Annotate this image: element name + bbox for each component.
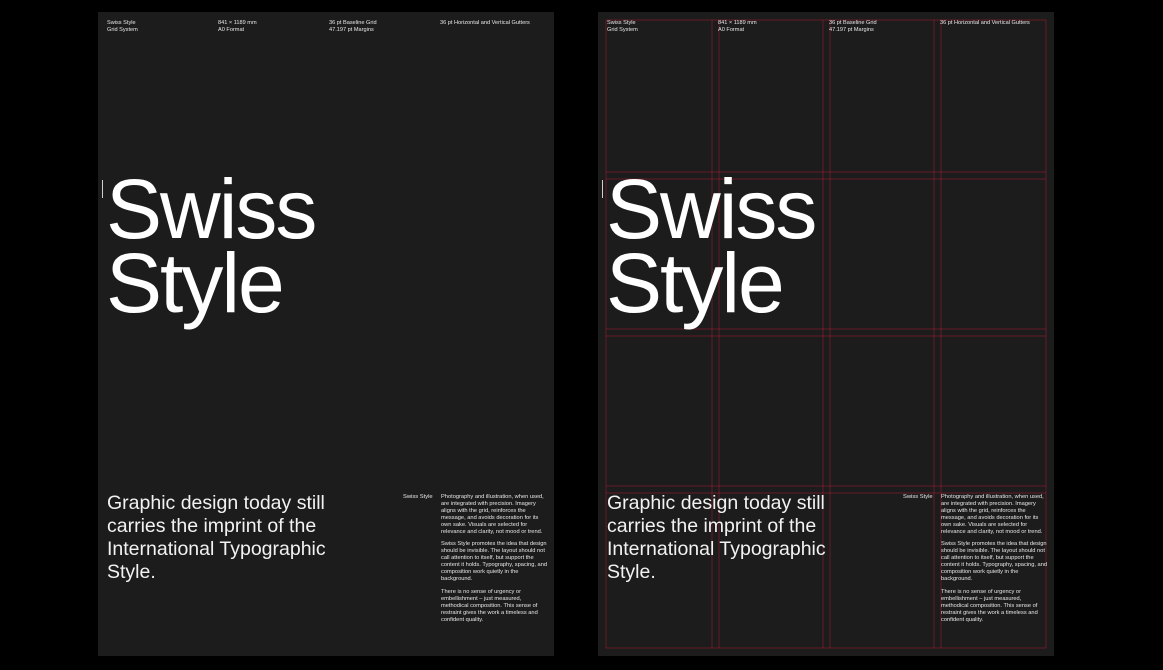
text-cursor-mark xyxy=(602,180,603,198)
meta-column-3: 36 pt Baseline Grid 47.197 pt Margins xyxy=(829,20,877,34)
headline: Swiss Style xyxy=(106,162,317,330)
headline-line-2: Style xyxy=(606,236,785,330)
poster-plain: Swiss Style Grid System 841 × 1189 mm A0… xyxy=(98,12,554,656)
meta-column-4: 36 pt Horizontal and Vertical Gutters xyxy=(940,20,1030,27)
meta-dimensions: 841 × 1189 mm xyxy=(718,20,757,26)
meta-format: A0 Format xyxy=(218,27,245,33)
body-paragraph-3: There is no sense of urgency or embellis… xyxy=(441,588,538,623)
meta-column-1: Swiss Style Grid System xyxy=(107,20,138,34)
meta-baseline: 36 pt Baseline Grid xyxy=(829,20,877,26)
meta-title: Swiss Style xyxy=(107,20,136,26)
meta-margins: 47.197 pt Margins xyxy=(829,27,874,33)
meta-column-4: 36 pt Horizontal and Vertical Gutters xyxy=(440,20,530,27)
body-column: Photography and illustration, when used,… xyxy=(941,494,1049,629)
body-paragraph-2: Swiss Style promotes the idea that desig… xyxy=(941,541,1048,582)
meta-column-2: 841 × 1189 mm A0 Format xyxy=(718,20,757,34)
body-paragraph-1: Photography and illustration, when used,… xyxy=(441,494,544,535)
headline-line-2: Style xyxy=(106,236,285,330)
headline-line-1: Swiss xyxy=(106,162,317,256)
subhead: Graphic design today still carries the i… xyxy=(107,492,326,583)
side-label: Swiss Style xyxy=(403,494,433,500)
meta-baseline: 36 pt Baseline Grid xyxy=(329,20,377,26)
body-paragraph-1: Photography and illustration, when used,… xyxy=(941,494,1044,535)
text-cursor-mark xyxy=(102,180,103,198)
headline-line-1: Swiss xyxy=(606,162,817,256)
meta-column-3: 36 pt Baseline Grid 47.197 pt Margins xyxy=(329,20,377,34)
meta-subtitle: Grid System xyxy=(107,27,138,33)
meta-column-1: Swiss Style Grid System xyxy=(607,20,638,34)
body-column: Photography and illustration, when used,… xyxy=(441,494,549,629)
meta-column-2: 841 × 1189 mm A0 Format xyxy=(218,20,257,34)
meta-gutters: 36 pt Horizontal and Vertical Gutters xyxy=(440,20,530,26)
meta-margins: 47.197 pt Margins xyxy=(329,27,374,33)
meta-gutters: 36 pt Horizontal and Vertical Gutters xyxy=(940,20,1030,26)
poster-with-grid: Swiss Style Grid System 841 × 1189 mm A0… xyxy=(598,12,1054,656)
meta-subtitle: Grid System xyxy=(607,27,638,33)
presentation-stage: Swiss Style Grid System 841 × 1189 mm A0… xyxy=(0,0,1163,670)
meta-format: A0 Format xyxy=(718,27,745,33)
headline: Swiss Style xyxy=(606,162,817,330)
meta-dimensions: 841 × 1189 mm xyxy=(218,20,257,26)
side-label: Swiss Style xyxy=(903,494,933,500)
meta-title: Swiss Style xyxy=(607,20,636,26)
body-paragraph-3: There is no sense of urgency or embellis… xyxy=(941,588,1038,623)
body-paragraph-2: Swiss Style promotes the idea that desig… xyxy=(441,541,548,582)
subhead: Graphic design today still carries the i… xyxy=(607,492,826,583)
